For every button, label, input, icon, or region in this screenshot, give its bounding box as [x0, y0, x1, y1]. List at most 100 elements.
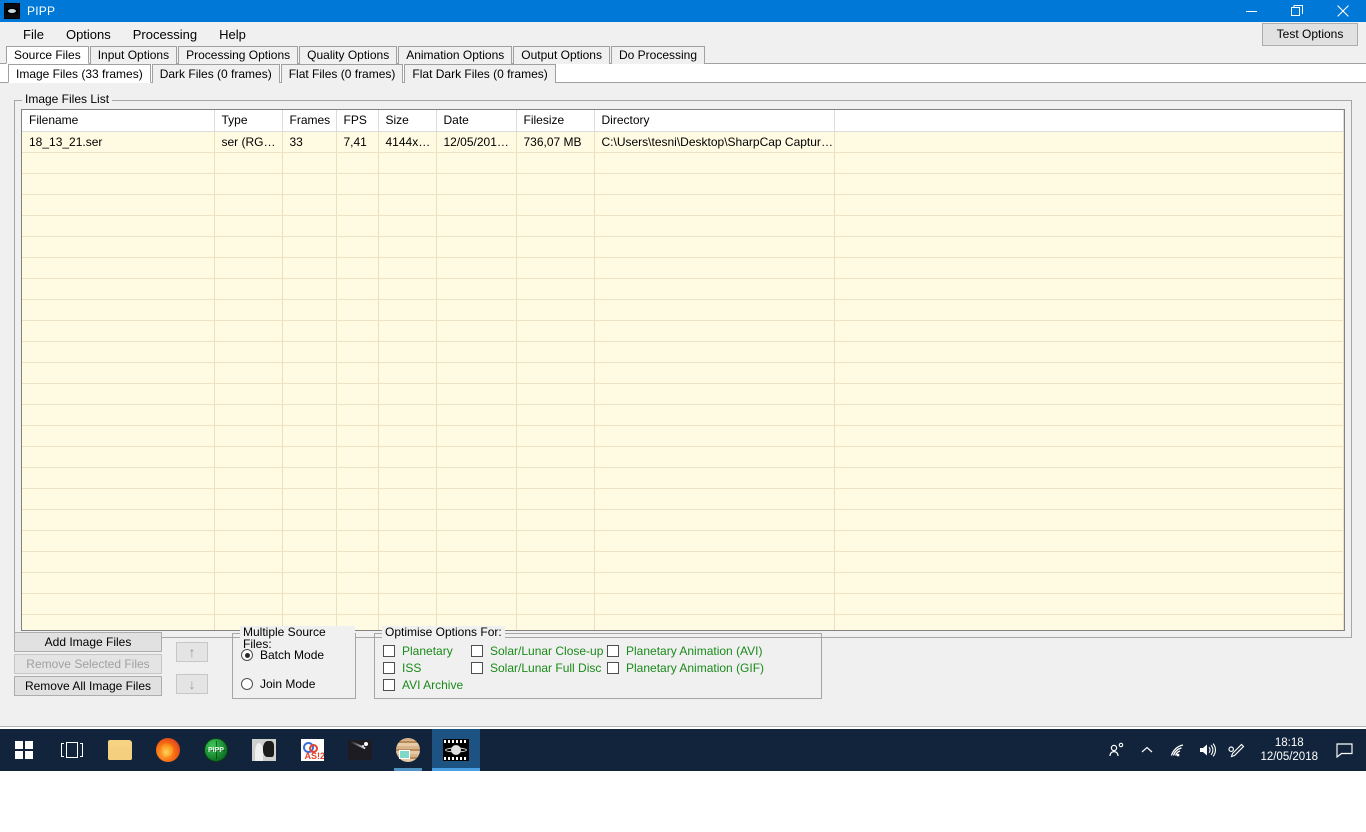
taskbar-jupiter-app[interactable] — [384, 729, 432, 771]
table-row-empty[interactable] — [22, 509, 1344, 531]
table-row-empty[interactable] — [22, 152, 1344, 174]
column-header-frames[interactable]: Frames — [282, 110, 337, 132]
table-row-empty[interactable] — [22, 383, 1344, 405]
checkbox-solar-lunar-full-disc[interactable]: Solar/Lunar Full Disc — [471, 661, 601, 675]
table-row-empty[interactable] — [22, 278, 1344, 300]
action-center-icon[interactable] — [1328, 729, 1360, 771]
column-header-size[interactable]: Size — [378, 110, 437, 132]
table-row-empty[interactable] — [22, 320, 1344, 342]
tab-input-options[interactable]: Input Options — [89, 46, 178, 64]
bottom-controls: Add Image Files Remove Selected Files Re… — [0, 626, 1366, 723]
table-row-empty[interactable] — [22, 572, 1344, 594]
menu-item-help[interactable]: Help — [208, 25, 257, 44]
table-row-empty[interactable] — [22, 593, 1344, 615]
tab-flat-dark-files[interactable]: Flat Dark Files (0 frames) — [404, 64, 556, 83]
table-row-empty[interactable] — [22, 467, 1344, 489]
table-row-empty[interactable] — [22, 614, 1344, 630]
column-header-type[interactable]: Type — [214, 110, 283, 132]
cell-empty — [516, 509, 595, 531]
taskbar-autostakkert[interactable]: AS!2 — [288, 729, 336, 771]
pen-icon[interactable] — [1222, 729, 1252, 771]
menu-item-file[interactable]: File — [12, 25, 55, 44]
checkbox-planetary[interactable]: Planetary — [383, 644, 453, 658]
tab-processing-options[interactable]: Processing Options — [178, 46, 299, 64]
tab-dark-files[interactable]: Dark Files (0 frames) — [151, 64, 280, 83]
taskbar-pipp-launcher[interactable]: PIPP — [192, 729, 240, 771]
tab-quality-options[interactable]: Quality Options — [299, 46, 398, 64]
cell-empty — [834, 614, 1344, 630]
taskbar-pipp-window[interactable] — [432, 729, 480, 771]
cell-empty — [516, 530, 595, 552]
table-row-empty[interactable] — [22, 257, 1344, 279]
table-row-empty[interactable] — [22, 194, 1344, 216]
table-row-empty[interactable] — [22, 404, 1344, 426]
cell-empty — [22, 446, 215, 468]
cell-empty — [22, 236, 215, 258]
cell-empty — [378, 467, 437, 489]
table-row-empty[interactable] — [22, 341, 1344, 363]
volume-speaker-icon[interactable] — [1192, 729, 1222, 771]
table-row-empty[interactable] — [22, 173, 1344, 195]
column-header-filesize[interactable]: Filesize — [516, 110, 595, 132]
checkbox-iss[interactable]: ISS — [383, 661, 421, 675]
tab-output-options[interactable]: Output Options — [513, 46, 610, 64]
maximize-icon[interactable] — [1274, 0, 1320, 22]
column-header-date[interactable]: Date — [436, 110, 517, 132]
table-row-empty[interactable] — [22, 425, 1344, 447]
cell-empty — [214, 467, 283, 489]
cell-empty — [516, 383, 595, 405]
task-view-button[interactable] — [48, 729, 96, 771]
radio-batch-mode[interactable]: Batch Mode — [241, 648, 324, 662]
column-header-fps[interactable]: FPS — [336, 110, 379, 132]
close-icon[interactable] — [1320, 0, 1366, 22]
taskbar-file-explorer[interactable] — [96, 729, 144, 771]
column-header-directory[interactable]: Directory — [594, 110, 835, 132]
taskbar-clock[interactable]: 18:18 12/05/2018 — [1252, 736, 1328, 764]
cell-empty — [282, 488, 337, 510]
cell-empty — [516, 362, 595, 384]
taskbar-comet-app[interactable] — [336, 729, 384, 771]
remove-all-image-files-button[interactable]: Remove All Image Files — [14, 676, 162, 696]
menu-item-processing[interactable]: Processing — [122, 25, 208, 44]
table-row[interactable]: 18_13_21.ser ser (RGGB) 33 7,41 4144x282… — [22, 131, 1344, 153]
checkbox-planetary-animation-avi[interactable]: Planetary Animation (AVI) — [607, 644, 763, 658]
menu-item-options[interactable]: Options — [55, 25, 122, 44]
test-options-button[interactable]: Test Options — [1262, 23, 1358, 46]
wifi-icon[interactable] — [1162, 729, 1192, 771]
table-row-empty[interactable] — [22, 551, 1344, 573]
column-header-filename[interactable]: Filename — [22, 110, 215, 132]
checkbox-planetary-animation-gif[interactable]: Planetary Animation (GIF) — [607, 661, 764, 675]
checkbox-avi-archive[interactable]: AVI Archive — [383, 678, 463, 692]
add-image-files-button[interactable]: Add Image Files — [14, 632, 162, 652]
start-button[interactable] — [0, 729, 48, 771]
radio-join-mode[interactable]: Join Mode — [241, 677, 315, 691]
tab-do-processing[interactable]: Do Processing — [610, 46, 706, 64]
title-bar: PIPP — [0, 0, 1366, 22]
cell-empty — [834, 425, 1344, 447]
tab-source-files[interactable]: Source Files — [6, 46, 89, 64]
tab-flat-files[interactable]: Flat Files (0 frames) — [280, 64, 404, 83]
image-files-table[interactable]: Filename Type Frames FPS Size Date Files… — [21, 109, 1345, 631]
cell-empty — [22, 488, 215, 510]
radio-join-mode-label: Join Mode — [260, 677, 316, 691]
table-row-empty[interactable] — [22, 362, 1344, 384]
table-row-empty[interactable] — [22, 488, 1344, 510]
checkbox-solar-lunar-closeup[interactable]: Solar/Lunar Close-up — [471, 644, 603, 658]
cell-empty — [834, 572, 1344, 594]
pipp-main-window: PIPP File Options Processing Help Test O… — [0, 0, 1366, 727]
cell-empty — [594, 383, 835, 405]
minimize-icon[interactable] — [1228, 0, 1274, 22]
tab-image-files[interactable]: Image Files (33 frames) — [8, 64, 151, 83]
taskbar-registax[interactable] — [240, 729, 288, 771]
table-row-empty[interactable] — [22, 446, 1344, 468]
people-icon[interactable] — [1102, 729, 1132, 771]
tab-animation-options[interactable]: Animation Options — [398, 46, 513, 64]
table-row-empty[interactable] — [22, 215, 1344, 237]
cell-empty — [594, 299, 835, 321]
table-row-empty[interactable] — [22, 299, 1344, 321]
show-hidden-icons-chevron-up-icon[interactable] — [1132, 729, 1162, 771]
taskbar-firefox[interactable] — [144, 729, 192, 771]
table-row-empty[interactable] — [22, 236, 1344, 258]
table-row-empty[interactable] — [22, 530, 1344, 552]
cell-empty — [594, 593, 835, 615]
